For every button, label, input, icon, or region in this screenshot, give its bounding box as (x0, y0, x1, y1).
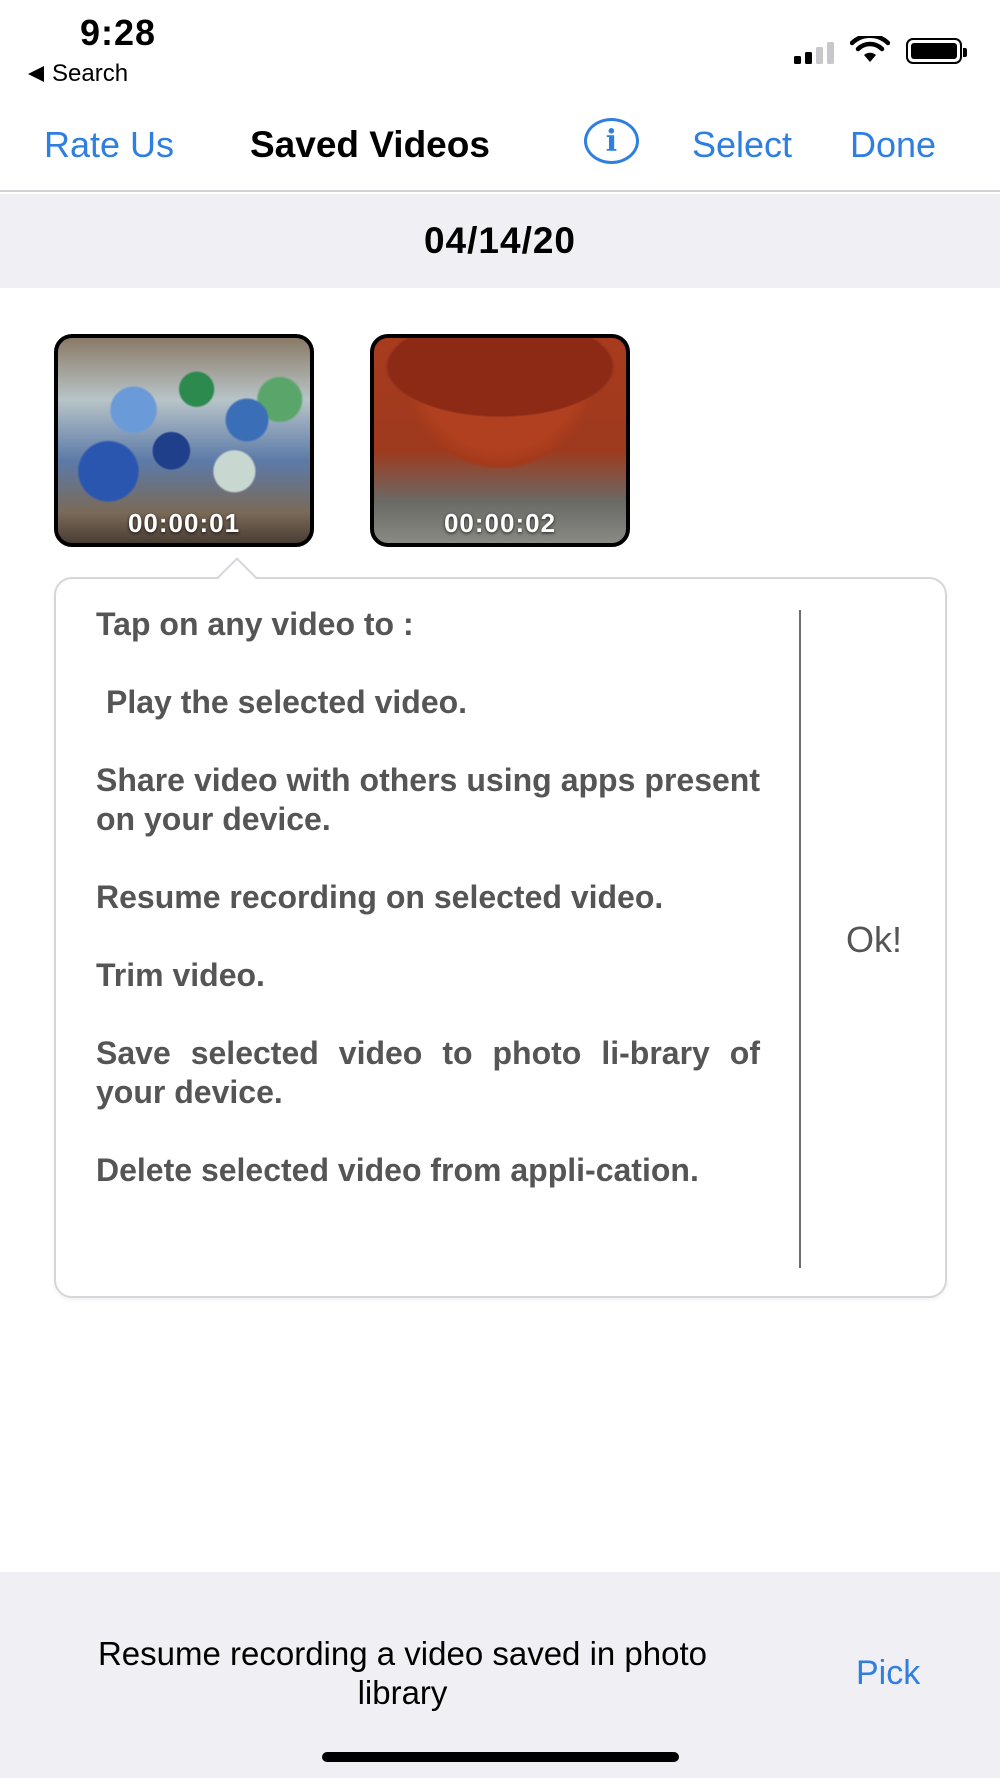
popover-arrow (217, 557, 257, 597)
status-icons (794, 36, 967, 64)
help-item-save: Save selected video to photo li-brary of… (96, 1035, 760, 1110)
cellular-signal-icon (794, 40, 834, 64)
help-intro: Tap on any video to : (96, 606, 414, 642)
status-time: 9:28 (80, 12, 157, 53)
back-label: Search (52, 60, 129, 87)
select-button[interactable]: Select (692, 124, 792, 166)
rate-us-button[interactable]: Rate Us (44, 124, 174, 166)
date-section-header: 04/14/20 (0, 194, 1000, 288)
wifi-icon (850, 36, 890, 62)
help-item-resume: Resume recording on selected video. (96, 879, 664, 915)
page-title: Saved Videos (250, 124, 490, 165)
status-bar: 9:28 Search (0, 0, 1000, 96)
help-popover: Tap on any video to : Play the selected … (54, 557, 947, 1298)
done-button[interactable]: Done (850, 124, 936, 166)
video-duration: 00:00:01 (127, 508, 241, 538)
video-duration: 00:00:02 (443, 508, 557, 538)
help-item-trim: Trim video. (96, 957, 265, 993)
help-text: Tap on any video to : Play the selected … (96, 605, 760, 1190)
help-item-play: Play the selected video. (106, 684, 468, 720)
navigation-bar: Rate Us Saved Videos i Select Done (0, 96, 1000, 192)
bottom-toolbar: Resume recording a video saved in photo … (0, 1572, 1000, 1778)
info-icon[interactable]: i (584, 118, 639, 164)
back-to-search-button[interactable]: Search (28, 60, 128, 88)
help-item-delete: Delete selected video from appli-cation. (96, 1152, 699, 1188)
back-arrow-icon (28, 66, 44, 82)
help-item-share: Share video with others using apps prese… (96, 762, 760, 837)
video-thumbnail-glass-bowl[interactable]: 00:00:01 (54, 334, 314, 547)
home-indicator[interactable] (322, 1752, 679, 1762)
video-thumbnail-cup[interactable]: 00:00:02 (370, 334, 630, 547)
ok-button[interactable]: Ok! (801, 919, 947, 961)
battery-icon (906, 38, 967, 64)
pick-button[interactable]: Pick (856, 1654, 920, 1693)
resume-from-library-label: Resume recording a video saved in photo … (97, 1635, 708, 1711)
